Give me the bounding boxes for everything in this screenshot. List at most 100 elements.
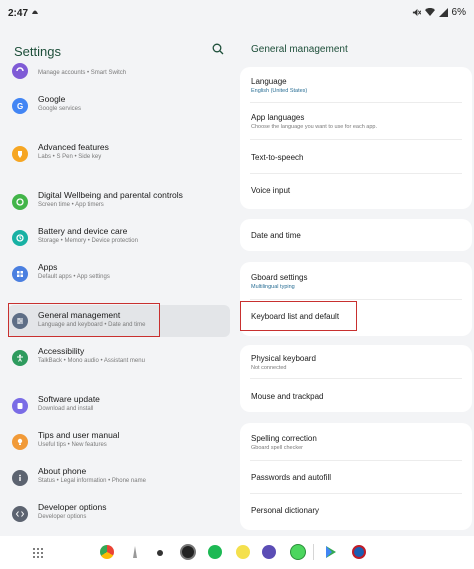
app-languages-label: App languages xyxy=(251,113,305,122)
text-tools-card: Spelling correction Gboard spell checker… xyxy=(240,423,472,530)
divider xyxy=(250,493,462,494)
settings-item-sub: Developer options xyxy=(38,514,87,520)
taskbar-divider xyxy=(313,544,314,560)
language-label: Language xyxy=(251,77,287,86)
settings-item-battery-device-care[interactable]: Battery and device care Storage • Memory… xyxy=(8,222,230,258)
settings-item-sub: Manage accounts • Smart Switch xyxy=(38,70,127,76)
accessibility-icon xyxy=(12,350,28,366)
app-drawer-icon[interactable] xyxy=(32,546,44,558)
settings-item-label: Advanced features xyxy=(38,142,109,152)
highlight-box xyxy=(8,303,160,337)
settings-item-tips[interactable]: Tips and user manual Useful tips • New f… xyxy=(8,426,230,462)
status-time: 2:47 xyxy=(8,8,29,19)
gboard-settings-row[interactable]: Gboard settings Multilingual typing xyxy=(251,273,307,290)
settings-item-label: About phone xyxy=(38,466,87,476)
divider xyxy=(250,460,462,461)
language-card: Language English (United States) App lan… xyxy=(240,67,472,209)
language-row[interactable]: Language English (United States) xyxy=(251,77,307,94)
settings-item-label: Accessibility xyxy=(38,346,85,356)
pen-icon[interactable] xyxy=(128,545,142,559)
settings-item-apps[interactable]: Apps Default apps • App settings xyxy=(8,258,230,294)
spotify-icon[interactable] xyxy=(208,545,222,559)
language-value: English (United States) xyxy=(251,88,308,94)
play-store-icon[interactable] xyxy=(324,545,338,559)
divider xyxy=(250,102,462,103)
settings-item-software-update[interactable]: Software update Download and install xyxy=(8,390,230,426)
settings-item-sub: Storage • Memory • Device protection xyxy=(38,238,138,244)
settings-item-label: Battery and device care xyxy=(38,226,128,236)
app-languages-sub: Choose the language you want to use for … xyxy=(251,124,377,130)
info-icon xyxy=(12,470,28,486)
settings-item-label: Apps xyxy=(38,262,58,272)
personal-dictionary-row[interactable]: Personal dictionary xyxy=(251,506,319,515)
bulb-icon[interactable] xyxy=(236,545,250,559)
settings-item-label: Software update xyxy=(38,394,100,404)
passwords-autofill-row[interactable]: Passwords and autofill xyxy=(251,473,331,482)
divider xyxy=(250,378,462,379)
settings-item-developer-options[interactable]: Developer options Developer options xyxy=(8,498,230,534)
settings-item-label: Developer options xyxy=(38,502,107,512)
camera-icon[interactable] xyxy=(180,544,196,560)
settings-item-sub: Labs • S Pen • Side key xyxy=(38,154,102,160)
wifi-icon xyxy=(424,8,435,16)
general-management-title: General management xyxy=(251,44,348,55)
settings-item-sub: Status • Legal information • Phone name xyxy=(38,478,146,484)
physical-keyboard-sub: Not connected xyxy=(251,365,287,371)
settings-item-label: Google xyxy=(38,94,66,104)
settings-item-sub: Download and install xyxy=(38,406,94,412)
settings-item-sub: Useful tips • New features xyxy=(38,442,107,448)
settings-item-accessibility[interactable]: Accessibility TalkBack • Mono audio • As… xyxy=(8,342,230,378)
settings-title: Settings xyxy=(14,44,61,59)
svg-text:G: G xyxy=(17,102,23,111)
device-care-icon xyxy=(12,230,28,246)
software-update-icon xyxy=(12,398,28,414)
voice-input-row[interactable]: Voice input xyxy=(251,186,290,195)
settings-item-sub: TalkBack • Mono audio • Assistant menu xyxy=(38,358,145,364)
spelling-sub: Gboard spell checker xyxy=(251,445,303,451)
divider xyxy=(250,139,462,140)
settings-item-label: Tips and user manual xyxy=(38,430,120,440)
accounts-icon xyxy=(12,63,28,79)
app-icon-purple[interactable] xyxy=(262,545,276,559)
google-icon: G xyxy=(12,98,28,114)
settings-item-sub: Google services xyxy=(38,106,82,112)
notification-icon xyxy=(30,6,40,19)
physical-keyboard-row[interactable]: Physical keyboard Not connected xyxy=(251,354,316,371)
mouse-trackpad-row[interactable]: Mouse and trackpad xyxy=(251,392,324,401)
settings-item-advanced-features[interactable]: Advanced features Labs • S Pen • Side ke… xyxy=(8,138,230,174)
gboard-value: Multilingual typing xyxy=(251,284,295,290)
settings-item-google[interactable]: G Google Google services xyxy=(8,90,230,126)
recent-app-icon[interactable] xyxy=(352,545,366,559)
date-time-row[interactable]: Date and time xyxy=(251,231,301,240)
gboard-label: Gboard settings xyxy=(251,273,308,282)
search-icon[interactable] xyxy=(212,42,226,56)
tips-icon xyxy=(12,434,28,450)
divider xyxy=(250,173,462,174)
spelling-label: Spelling correction xyxy=(251,434,317,443)
signal-icon xyxy=(438,8,448,17)
divider xyxy=(250,299,462,300)
wellbeing-icon xyxy=(12,194,28,210)
app-icon-green[interactable] xyxy=(290,544,306,560)
settings-item-sub: Default apps • App settings xyxy=(38,274,110,280)
battery-percent: 6% xyxy=(451,7,466,18)
settings-item-digital-wellbeing[interactable]: Digital Wellbeing and parental controls … xyxy=(8,186,230,222)
tts-row[interactable]: Text-to-speech xyxy=(251,153,303,162)
dot-icon[interactable] xyxy=(157,550,163,556)
settings-item-accounts[interactable]: Manage accounts • Smart Switch xyxy=(8,62,230,80)
app-languages-row[interactable]: App languages Choose the language you wa… xyxy=(251,113,377,130)
highlight-box xyxy=(240,301,357,331)
developer-options-icon xyxy=(12,506,28,522)
date-time-card: Date and time xyxy=(240,219,472,251)
settings-item-about-phone[interactable]: About phone Status • Legal information •… xyxy=(8,462,230,498)
input-devices-card: Physical keyboard Not connected Mouse an… xyxy=(240,345,472,412)
chrome-icon[interactable] xyxy=(100,545,114,559)
spelling-correction-row[interactable]: Spelling correction Gboard spell checker xyxy=(251,434,317,451)
status-bar: 2:47 6% xyxy=(0,0,474,26)
settings-item-label: Digital Wellbeing and parental controls xyxy=(38,190,183,200)
physical-keyboard-label: Physical keyboard xyxy=(251,354,316,363)
advanced-features-icon xyxy=(12,146,28,162)
taskbar xyxy=(0,536,474,569)
mute-icon xyxy=(412,8,421,17)
status-icons: 6% xyxy=(412,7,466,18)
